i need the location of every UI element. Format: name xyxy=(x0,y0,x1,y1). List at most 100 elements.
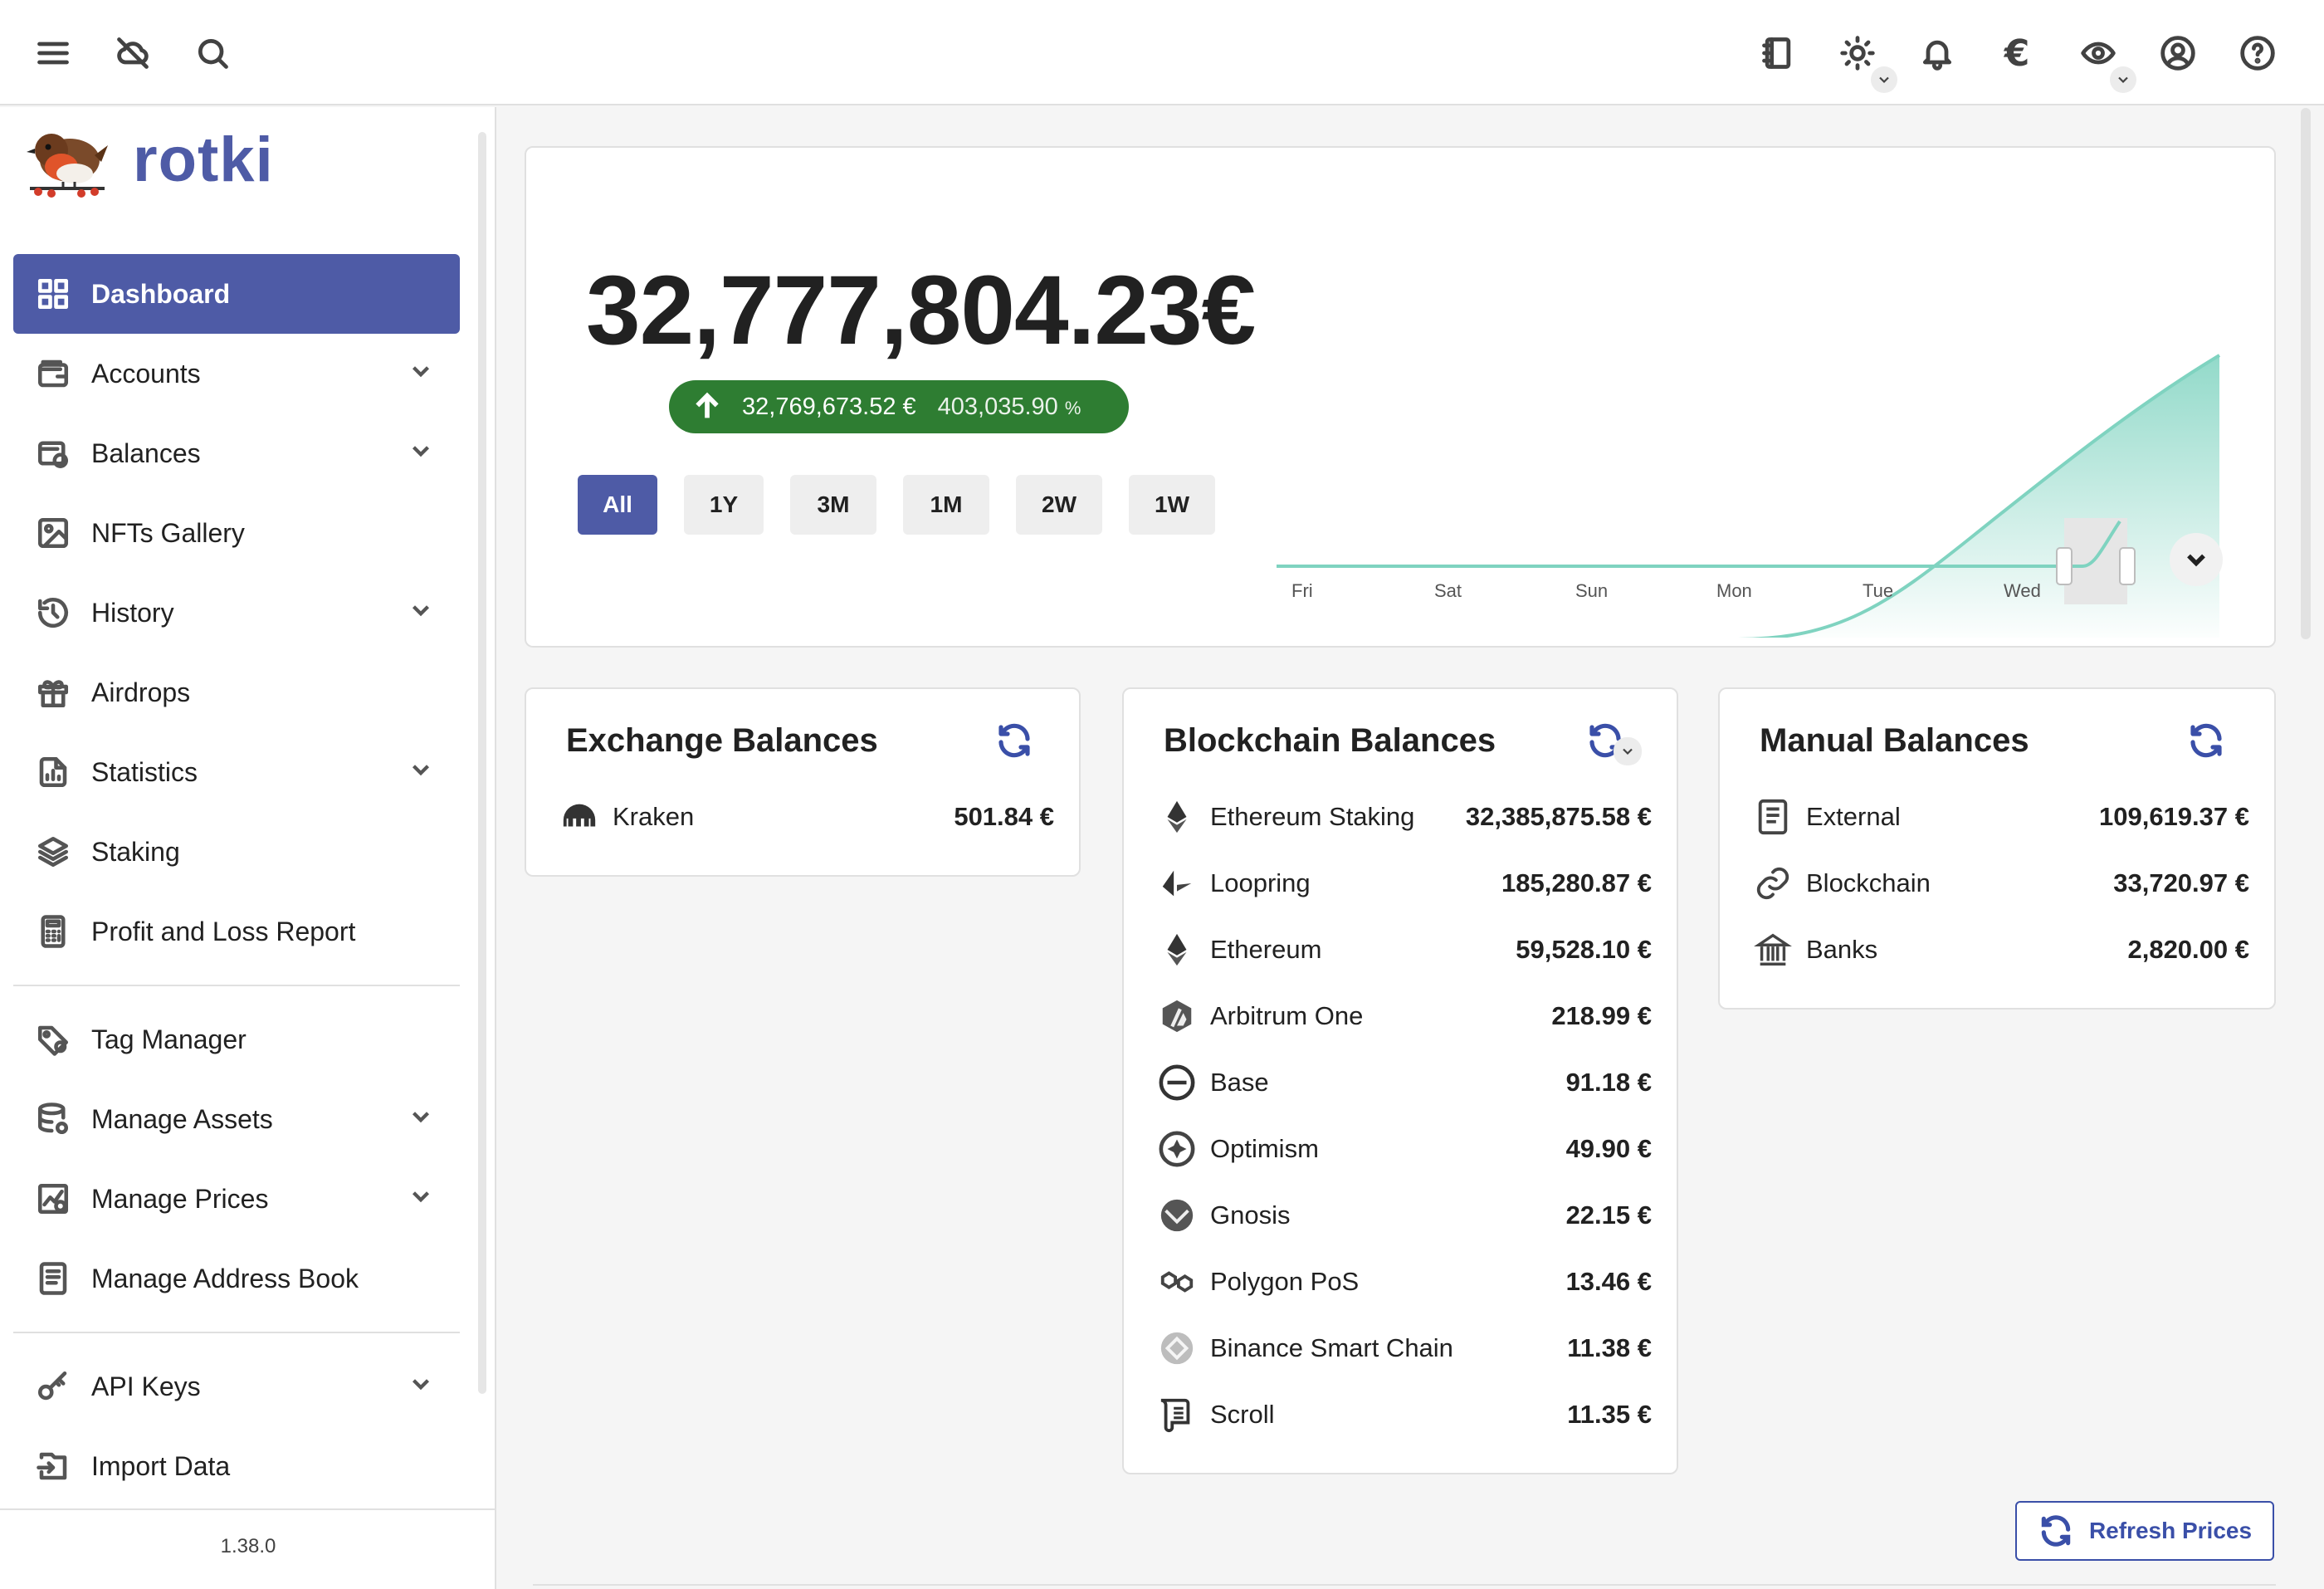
sidebar-item-tag-manager[interactable]: Tag Manager xyxy=(13,1000,460,1079)
sidebar-item-label: Import Data xyxy=(91,1450,231,1481)
sidebar-item-label: History xyxy=(91,597,174,628)
chain-value: 13.46 € xyxy=(1565,1267,1652,1296)
sidebar-item-statistics[interactable]: Statistics xyxy=(13,732,460,812)
expand-chart-chevron-down-icon[interactable] xyxy=(2170,533,2223,586)
exchange-balances-card: Exchange Balances Kraken 501.84 € xyxy=(525,687,1081,877)
chevron-down-icon[interactable] xyxy=(407,755,440,789)
help-icon[interactable] xyxy=(2234,30,2281,76)
exchange-row-kraken[interactable]: Kraken 501.84 € xyxy=(559,792,1054,842)
sidebar-item-label: Staking xyxy=(91,836,180,867)
sidebar-item-nfts-gallery[interactable]: NFTs Gallery xyxy=(13,493,460,573)
range-button-all[interactable]: All xyxy=(578,475,657,535)
sidebar-item-dashboard[interactable]: Dashboard xyxy=(13,254,460,334)
chevron-down-icon[interactable] xyxy=(407,596,440,629)
change-percent: 403,035.90 % xyxy=(938,394,1081,421)
sidebar-item-api-keys[interactable]: API Keys xyxy=(13,1347,460,1426)
sidebar-item-manage-assets[interactable]: Manage Assets xyxy=(13,1079,460,1159)
sidebar-item-label: API Keys xyxy=(91,1371,201,1401)
range-button-1w[interactable]: 1W xyxy=(1129,475,1215,535)
chevron-down-icon[interactable] xyxy=(407,1103,440,1136)
kraken-icon xyxy=(559,797,599,837)
blockchain-row[interactable]: Base 91.18 € xyxy=(1157,1058,1652,1107)
scroll-icon xyxy=(1157,1395,1197,1435)
chain-value: 59,528.10 € xyxy=(1516,935,1652,964)
refresh-prices-button[interactable]: Refresh Prices xyxy=(2015,1501,2274,1561)
loopring-icon xyxy=(1157,863,1197,903)
blockchain-row[interactable]: Loopring 185,280.87 € xyxy=(1157,858,1652,908)
sidebar-divider xyxy=(13,985,460,986)
search-icon[interactable] xyxy=(189,30,236,76)
chevron-down-icon[interactable] xyxy=(407,1370,440,1403)
manual-row[interactable]: Banks 2,820.00 € xyxy=(1753,925,2249,975)
document-icon xyxy=(1753,797,1793,837)
sidebar-item-import-data[interactable]: Import Data xyxy=(13,1426,460,1506)
currency-icon[interactable]: € xyxy=(1994,30,2040,76)
sidebar-item-profit-and-loss-report[interactable]: Profit and Loss Report xyxy=(13,892,460,971)
chevron-down-icon[interactable] xyxy=(407,437,440,470)
statistics-icon xyxy=(35,754,71,790)
chain-name: Optimism xyxy=(1210,1134,1319,1163)
cloud-off-icon[interactable] xyxy=(110,30,156,76)
layers-icon xyxy=(35,834,71,870)
refresh-icon[interactable] xyxy=(994,721,1039,765)
chevron-down-icon[interactable] xyxy=(407,357,440,390)
blockchain-row[interactable]: Optimism 49.90 € xyxy=(1157,1124,1652,1174)
sidebar-item-manage-address-book[interactable]: Manage Address Book xyxy=(13,1239,460,1318)
manual-row[interactable]: Blockchain 33,720.97 € xyxy=(1753,858,2249,908)
theme-icon[interactable] xyxy=(1834,30,1881,76)
sidebar-item-airdrops[interactable]: Airdrops xyxy=(13,653,460,732)
gnosis-icon xyxy=(1157,1195,1197,1235)
axis-label-fri: Fri xyxy=(1291,580,1313,601)
range-button-1y[interactable]: 1Y xyxy=(684,475,764,535)
range-button-2w[interactable]: 2W xyxy=(1016,475,1102,535)
sidebar-item-accounts[interactable]: Accounts xyxy=(13,334,460,413)
card-title: Manual Balances xyxy=(1760,722,2029,759)
card-title: Exchange Balances xyxy=(566,722,878,759)
blockchain-row[interactable]: Ethereum Staking 32,385,875.58 € xyxy=(1157,792,1652,842)
sidebar-item-label: Tag Manager xyxy=(91,1024,247,1054)
chain-name: Scroll xyxy=(1210,1400,1275,1429)
chevron-down-icon[interactable] xyxy=(407,1182,440,1215)
sidebar-item-history[interactable]: History xyxy=(13,573,460,653)
main-scrollbar[interactable] xyxy=(2301,108,2311,639)
navigator-right-handle[interactable] xyxy=(2119,547,2136,585)
range-button-3m[interactable]: 3M xyxy=(790,475,876,535)
manual-value: 33,720.97 € xyxy=(2113,868,2249,897)
navigator-window[interactable] xyxy=(2064,518,2127,604)
notes-icon[interactable] xyxy=(1755,30,1801,76)
chain-name: Ethereum xyxy=(1210,935,1322,964)
total-currency: € xyxy=(1201,256,1257,365)
sidebar-item-balances[interactable]: Balances xyxy=(13,413,460,493)
blockchain-row[interactable]: Arbitrum One 218.99 € xyxy=(1157,991,1652,1041)
arrow-up-icon xyxy=(696,392,719,418)
manual-name: External xyxy=(1806,802,1901,831)
sidebar-scrollbar[interactable] xyxy=(478,132,486,1394)
sidebar-item-manage-prices[interactable]: Manage Prices xyxy=(13,1159,460,1239)
manual-name: Banks xyxy=(1806,935,1878,964)
privacy-menu-chevron-down-icon[interactable] xyxy=(2110,66,2136,93)
address-book-icon xyxy=(35,1260,71,1297)
bell-icon[interactable] xyxy=(1914,30,1960,76)
calculator-icon xyxy=(35,913,71,950)
blockchain-row[interactable]: Scroll 11.35 € xyxy=(1157,1390,1652,1440)
history-icon xyxy=(35,594,71,631)
navigator-left-handle[interactable] xyxy=(2056,547,2073,585)
range-navigator[interactable]: Fri Sat Sun Mon Tue Wed xyxy=(1273,513,2136,604)
theme-menu-chevron-down-icon[interactable] xyxy=(1871,66,1897,93)
sidebar-item-staking[interactable]: Staking xyxy=(13,812,460,892)
sidebar-item-label: Statistics xyxy=(91,756,198,787)
blockchain-row[interactable]: Binance Smart Chain 11.38 € xyxy=(1157,1323,1652,1373)
image-icon xyxy=(35,515,71,551)
axis-label-wed: Wed xyxy=(2004,580,2041,601)
refresh-options-chevron-down-icon[interactable] xyxy=(1614,737,1642,765)
blockchain-row[interactable]: Gnosis 22.15 € xyxy=(1157,1191,1652,1240)
blockchain-row[interactable]: Polygon PoS 13.46 € xyxy=(1157,1257,1652,1307)
refresh-icon[interactable] xyxy=(2186,721,2231,765)
blockchain-row[interactable]: Ethereum 59,528.10 € xyxy=(1157,925,1652,975)
manual-row[interactable]: External 109,619.37 € xyxy=(1753,792,2249,842)
account-icon[interactable] xyxy=(2155,30,2201,76)
sidebar: rotki Dashboard Accounts Balances NFTs G… xyxy=(0,107,496,1589)
menu-icon[interactable] xyxy=(30,30,76,76)
bsc-icon xyxy=(1157,1328,1197,1368)
range-button-1m[interactable]: 1M xyxy=(903,475,989,535)
